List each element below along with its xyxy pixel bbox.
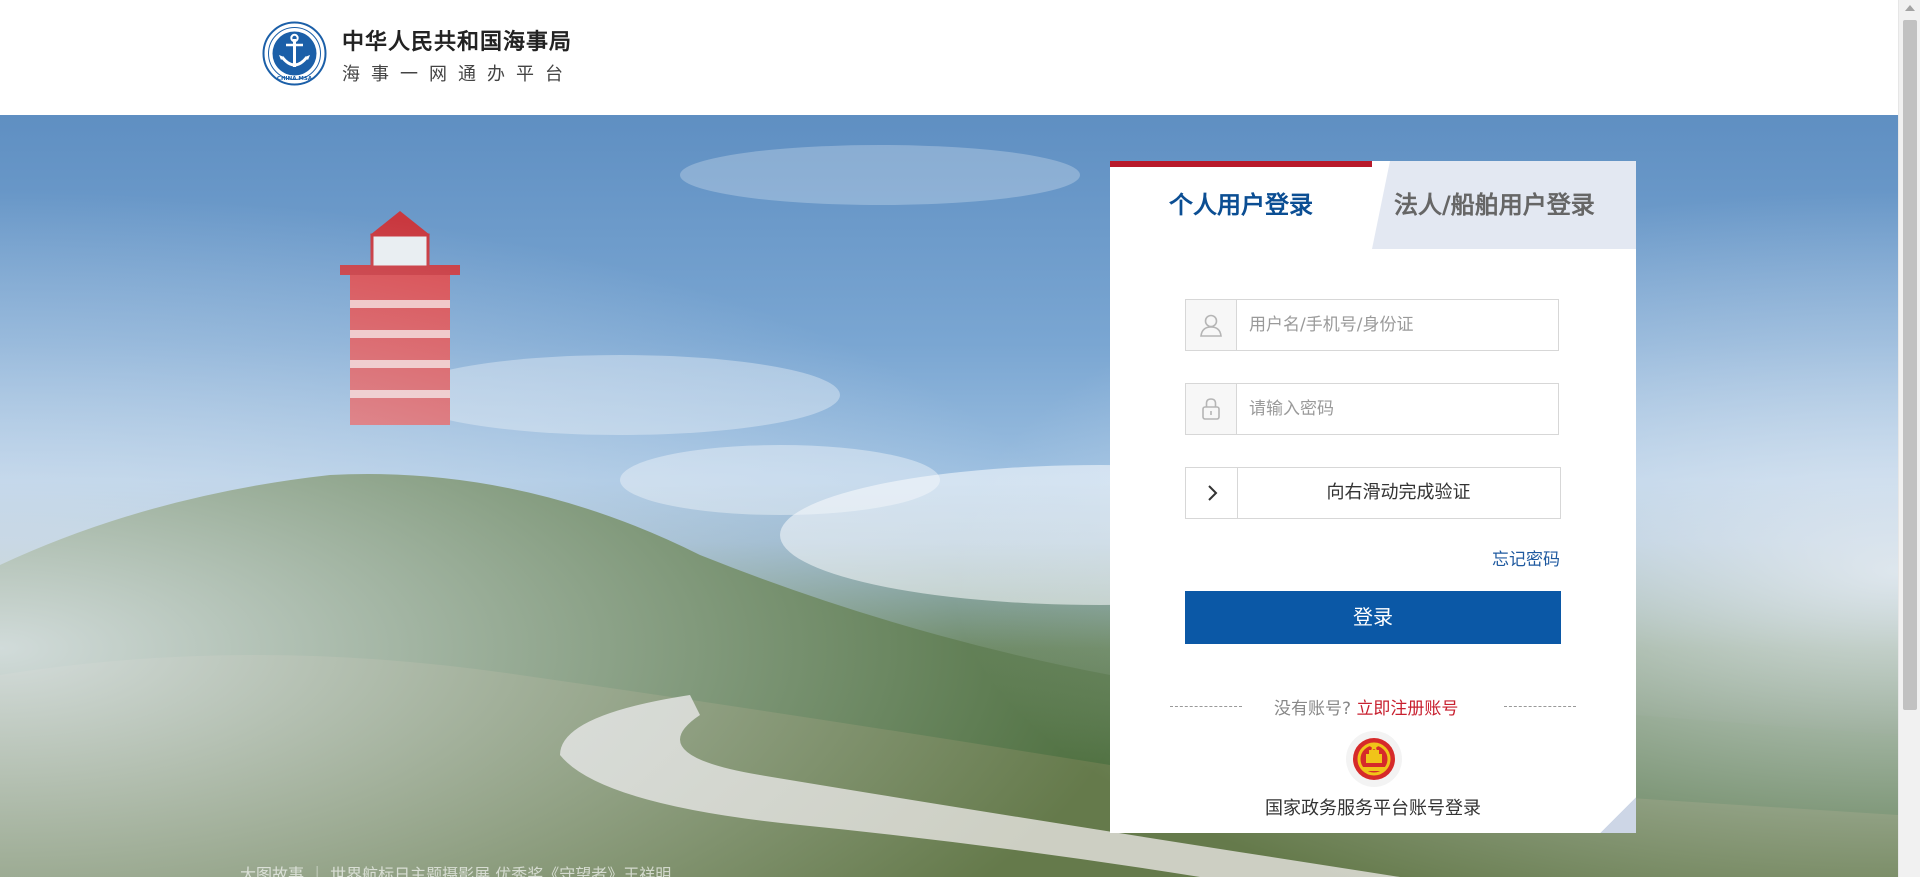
user-icon [1186,300,1237,350]
page-header: CHINA MSA 中华人民共和国海事局 海事一网通办平台 [0,0,1898,115]
username-field [1185,299,1559,351]
slider-text: 向右滑动完成验证 [1326,482,1471,503]
no-account-label: 没有账号? [1274,699,1352,719]
tab-personal-login[interactable]: 个人用户登录 [1110,161,1372,249]
slider-handle[interactable] [1186,468,1238,518]
divider-right [1504,706,1576,707]
forgot-password-link[interactable]: 忘记密码 [1492,545,1560,570]
platform-name: 海事一网通办平台 [342,64,574,85]
login-button[interactable]: 登录 [1185,591,1561,644]
qr-code-corner-icon[interactable] [1600,797,1636,833]
login-panel: 个人用户登录 法人/船舶用户登录 向右滑动完成验证 [1110,161,1636,833]
username-input[interactable] [1237,300,1555,350]
china-msa-logo-icon[interactable]: CHINA MSA [262,21,327,86]
page-scrollbar[interactable] [1898,0,1920,877]
register-prompt: 没有账号? 立即注册账号 [1274,694,1458,719]
lock-icon [1186,384,1237,434]
password-input[interactable] [1237,384,1555,434]
slide-verify: 向右滑动完成验证 [1185,467,1561,519]
divider-left [1170,706,1242,707]
password-field [1185,383,1559,435]
gov-service-login-link[interactable]: 国家政务服务平台账号登录 [1110,794,1636,820]
scroll-up-arrow-icon[interactable] [1905,5,1915,11]
login-tabs: 个人用户登录 法人/船舶用户登录 [1110,161,1636,249]
scroll-thumb[interactable] [1903,20,1917,710]
hero-caption: 大图故事 ｜ 世界航标日主题摄影展 优秀奖《守望者》王祥明 [240,865,672,877]
chevron-right-icon [1207,485,1217,501]
org-name: 中华人民共和国海事局 [342,30,573,55]
tab-divider [1372,161,1390,249]
national-emblem-icon[interactable] [1346,731,1402,787]
register-link[interactable]: 立即注册账号 [1356,699,1458,719]
svg-text:CHINA MSA: CHINA MSA [277,76,313,82]
tab-corporate-ship-login[interactable]: 法人/船舶用户登录 [1372,161,1636,249]
